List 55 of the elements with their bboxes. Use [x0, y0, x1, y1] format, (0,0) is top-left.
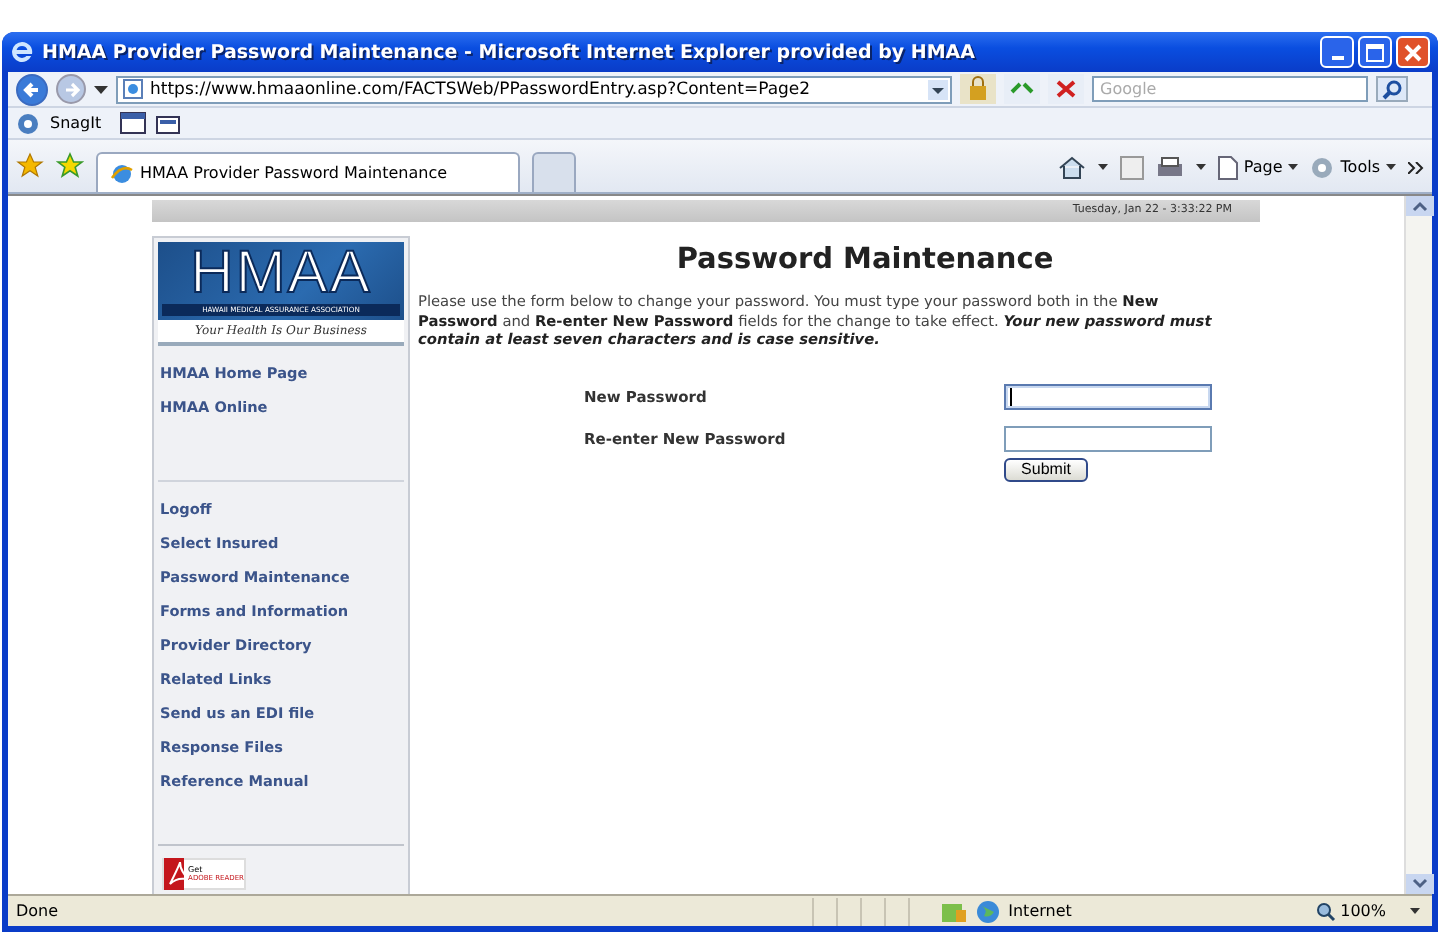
command-menu-button[interactable]: Page: [1217, 155, 1299, 179]
dropdown-caret-icon[interactable]: [928, 79, 948, 99]
address-url: https://www.hmaaonline.com/FACTSWeb/PPasswordEntry.asp?Content=Page2: [150, 79, 813, 99]
scroll-up-icon[interactable]: [1405, 196, 1433, 216]
search-icon: [1382, 79, 1402, 99]
pdf-icon: [164, 858, 185, 890]
window-title: HMAA Provider Password Maintenance - Microsoft Internet Explorer provided by HMAA: [42, 41, 978, 63]
dropdown-caret-icon[interactable]: [1410, 908, 1420, 914]
caret-icon: [1386, 164, 1396, 170]
search-button[interactable]: [1376, 76, 1408, 102]
submit-button[interactable]: Submit: [1004, 457, 1088, 482]
dropdown-caret-icon[interactable]: [94, 85, 108, 93]
star-plus-icon[interactable]: [56, 152, 84, 180]
dropdown-caret-icon[interactable]: [1097, 164, 1108, 170]
dropdown-caret-icon[interactable]: [1195, 164, 1206, 170]
page-icon: [1217, 155, 1238, 179]
browser-tab[interactable]: HMAA Provider Password Maintenance: [96, 152, 520, 192]
scroll-down-icon[interactable]: [1405, 874, 1433, 894]
maximize-icon: [1366, 43, 1384, 61]
browser-logo-icon: [10, 40, 34, 64]
shield-icon: [940, 899, 969, 923]
links-bar-item[interactable]: SnagIt: [50, 114, 102, 132]
chevron-icon[interactable]: [1408, 161, 1424, 173]
home-icon[interactable]: [1057, 154, 1086, 180]
close-button[interactable]: [1396, 36, 1430, 68]
password-field[interactable]: [1004, 384, 1212, 411]
caret-icon: [1288, 164, 1299, 170]
zoom-button[interactable]: 100%: [1316, 901, 1386, 921]
close-icon: [1404, 43, 1422, 61]
window-icon[interactable]: [155, 112, 182, 134]
printer-icon[interactable]: [1155, 155, 1184, 179]
password-field[interactable]: [1004, 425, 1212, 452]
forward-arrow-icon: [61, 79, 81, 99]
command-menu-button[interactable]: Tools: [1310, 155, 1396, 179]
vertical-scrollbar[interactable]: [1404, 196, 1432, 894]
maximize-button[interactable]: [1358, 36, 1392, 68]
back-arrow-icon: [20, 77, 44, 101]
page-icon: [122, 78, 144, 100]
lock-icon[interactable]: [960, 74, 996, 104]
page-icon: [110, 161, 134, 185]
logo-name: HMAA: [190, 244, 372, 304]
refresh-icon[interactable]: [1004, 74, 1040, 104]
address-field[interactable]: https://www.hmaaonline.com/FACTSWeb/PPasswordEntry.asp?Content=Page2: [116, 75, 952, 103]
window-icon[interactable]: [119, 112, 146, 134]
back-button[interactable]: [16, 73, 48, 105]
stop-icon[interactable]: [1048, 74, 1084, 104]
page-heading: Password Maintenance: [674, 244, 1056, 276]
security-zone: Internet: [1008, 902, 1074, 920]
minimize-button[interactable]: [1320, 36, 1354, 68]
magnifier-icon: [1316, 901, 1337, 921]
star-icon[interactable]: [16, 152, 44, 180]
status-text: Done: [16, 902, 61, 920]
globe-icon: [976, 899, 1001, 923]
snail-logo-icon: [16, 111, 40, 135]
search-field[interactable]: Google: [1092, 76, 1368, 102]
